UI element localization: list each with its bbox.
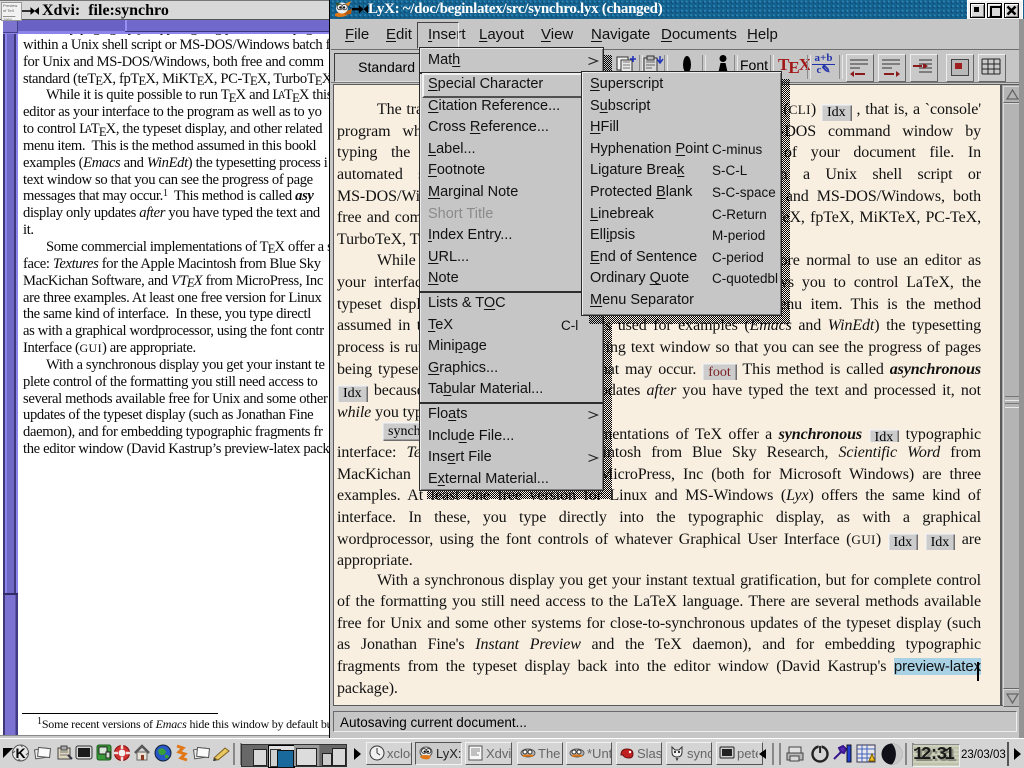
svg-text:K: K bbox=[16, 745, 26, 761]
